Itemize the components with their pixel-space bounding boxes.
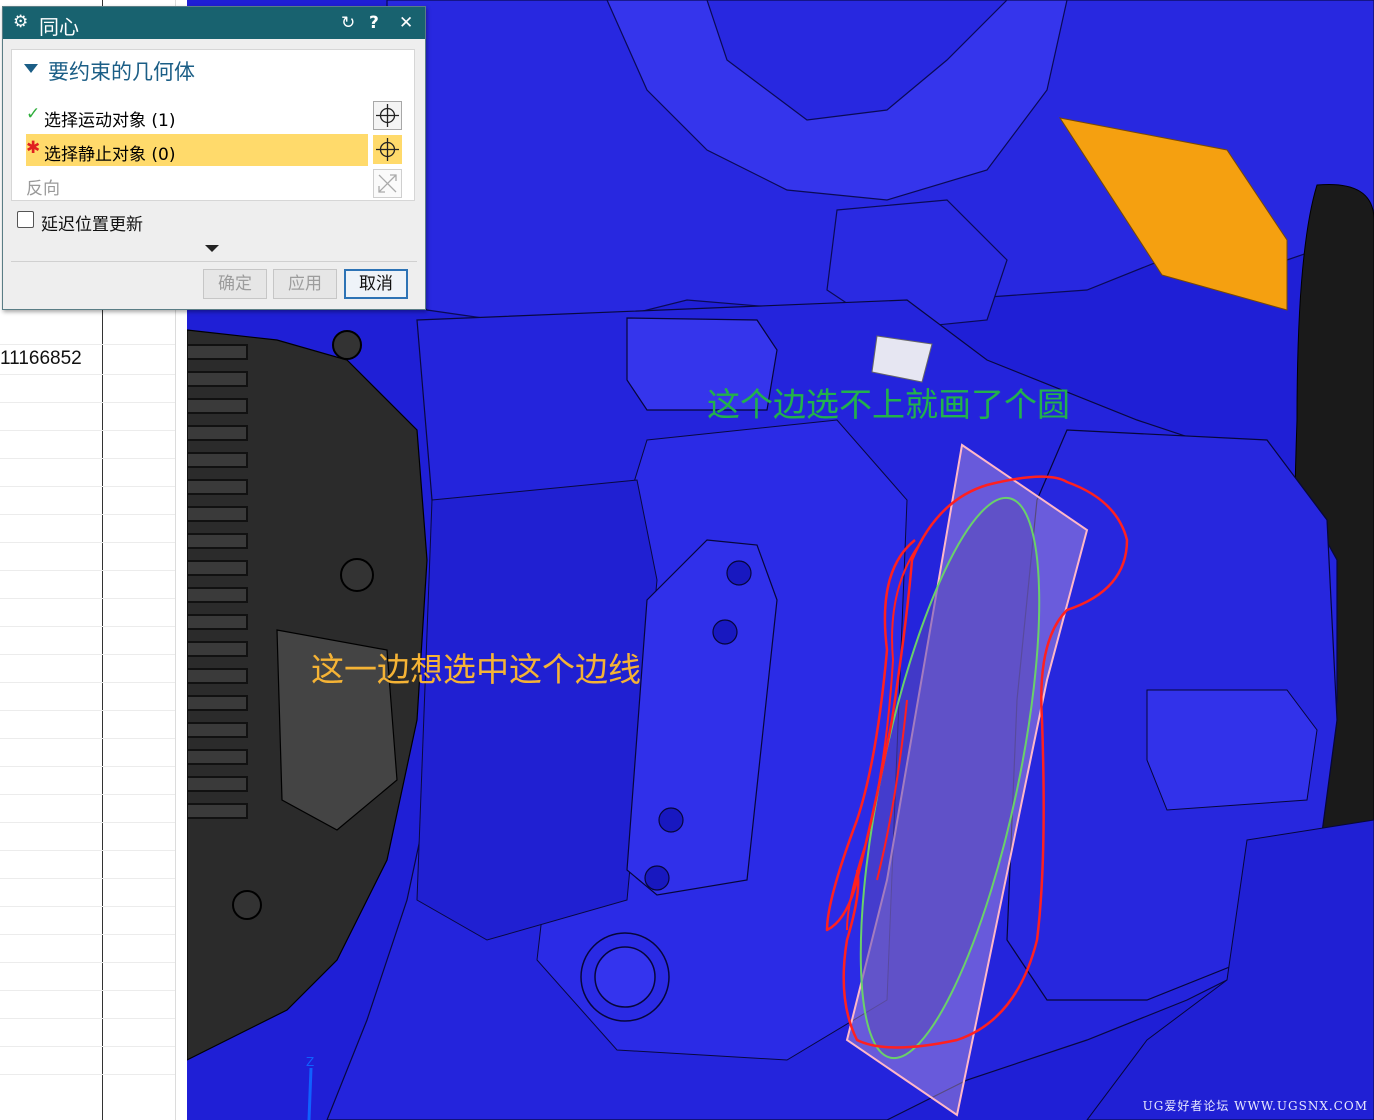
row-line xyxy=(0,654,175,655)
row-line xyxy=(0,458,175,459)
apply-button[interactable]: 应用 xyxy=(273,269,337,299)
row-line xyxy=(0,738,175,739)
row-line xyxy=(0,626,175,627)
reverse-label: 反向 xyxy=(26,179,60,199)
check-icon: ✓ xyxy=(26,104,41,124)
reverse-arrows-icon xyxy=(378,174,397,193)
select-static-button[interactable] xyxy=(373,135,402,164)
gear-icon: ⚙ xyxy=(13,12,29,32)
row-line xyxy=(0,906,175,907)
row-line xyxy=(0,570,175,571)
row-line xyxy=(0,822,175,823)
row-line xyxy=(0,710,175,711)
row-line xyxy=(0,374,175,375)
reverse-direction-button[interactable] xyxy=(373,169,402,198)
row-line xyxy=(0,402,175,403)
forum-watermark: UG爱好者论坛 WWW.UGSNX.COM xyxy=(1142,1099,1368,1113)
select-static-object-row[interactable]: ✱ 选择静止对象 (0) xyxy=(26,134,402,166)
ok-button[interactable]: 确定 xyxy=(203,269,267,299)
row-line xyxy=(0,682,175,683)
crosshair-icon xyxy=(376,104,399,127)
row-line xyxy=(0,850,175,851)
row-line xyxy=(0,934,175,935)
select-motion-button[interactable] xyxy=(373,101,402,130)
row-line xyxy=(0,1074,175,1075)
row-line xyxy=(0,794,175,795)
select-motion-object-row[interactable]: ✓ 选择运动对象 (1) xyxy=(26,100,402,132)
row-line xyxy=(0,766,175,767)
row-line xyxy=(0,486,175,487)
concentric-dialog: ⚙ 同心 ↻ ? ✕ 要约束的几何体 ✓ 选择运动对象 (1) ✱ 选择静止对象 xyxy=(2,6,426,310)
annotation-orange-note: 这一边想选中这个边线 xyxy=(311,650,641,689)
row-line xyxy=(0,878,175,879)
row-line xyxy=(0,1018,175,1019)
svg-text:Z: Z xyxy=(306,1055,314,1069)
select-static-object-label: 选择静止对象 (0) xyxy=(44,145,176,165)
navigator-cell-value[interactable]: 11166852 xyxy=(0,348,82,370)
delay-update-checkbox[interactable] xyxy=(17,211,34,228)
row-line xyxy=(0,344,175,345)
collapse-triangle-icon[interactable] xyxy=(24,64,38,73)
geometry-group: 要约束的几何体 ✓ 选择运动对象 (1) ✱ 选择静止对象 (0) 反向 xyxy=(11,49,415,201)
reverse-direction-row: 反向 xyxy=(26,168,402,200)
cancel-button[interactable]: 取消 xyxy=(344,269,408,299)
reset-icon[interactable]: ↻ xyxy=(341,13,355,33)
row-line xyxy=(0,962,175,963)
row-line xyxy=(0,430,175,431)
delay-update-label: 延迟位置更新 xyxy=(41,215,143,235)
help-icon[interactable]: ? xyxy=(369,13,379,33)
close-icon[interactable]: ✕ xyxy=(399,13,413,33)
select-motion-object-label: 选择运动对象 (1) xyxy=(44,111,176,131)
annotation-green-note: 这个边选不上就画了个圆 xyxy=(707,385,1070,424)
dialog-title: 同心 xyxy=(39,15,79,39)
row-line xyxy=(0,598,175,599)
row-line xyxy=(0,990,175,991)
group-label: 要约束的几何体 xyxy=(48,60,195,84)
row-line xyxy=(0,1046,175,1047)
required-asterisk-icon: ✱ xyxy=(26,138,41,158)
dialog-separator xyxy=(11,261,417,262)
row-line xyxy=(0,514,175,515)
expand-more-icon[interactable] xyxy=(205,245,219,252)
crosshair-icon xyxy=(376,138,399,161)
row-line xyxy=(0,542,175,543)
dialog-titlebar[interactable]: ⚙ 同心 ↻ ? ✕ xyxy=(3,7,425,39)
